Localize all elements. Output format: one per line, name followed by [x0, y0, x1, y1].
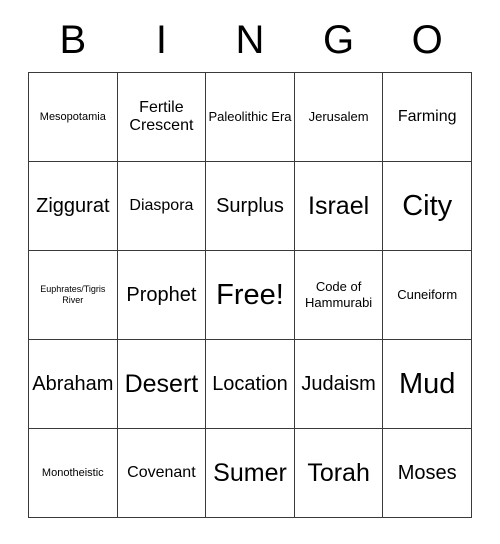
bingo-cell[interactable]: Surplus: [205, 161, 295, 251]
bingo-cell-label: Sumer: [213, 459, 287, 487]
bingo-cell-label: Torah: [307, 459, 370, 487]
bingo-cell[interactable]: City: [382, 161, 472, 251]
bingo-cell-free-space[interactable]: Free!: [205, 250, 295, 340]
bingo-cell[interactable]: Moses: [382, 428, 472, 518]
bingo-cell-label: Code of Hammurabi: [305, 279, 373, 310]
bingo-cell[interactable]: Code of Hammurabi: [293, 250, 384, 340]
bingo-header-letter-o: O: [411, 18, 443, 62]
bingo-card: B I N G O Mesopotamia Fertile Crescent Pal…: [0, 0, 500, 544]
bingo-cell-label: Ziggurat: [36, 194, 110, 217]
bingo-cell[interactable]: Ziggurat: [28, 161, 118, 251]
bingo-cell-label: Cuneiform: [397, 287, 458, 303]
bingo-cell[interactable]: Desert: [116, 339, 207, 429]
bingo-cell[interactable]: Cuneiform: [382, 250, 472, 340]
bingo-cell-label: Euphrates/Tigris River: [40, 283, 106, 305]
bingo-cell[interactable]: Abraham: [28, 339, 118, 429]
bingo-cell[interactable]: Euphrates/Tigris River: [28, 250, 118, 340]
bingo-cell[interactable]: Judaism: [293, 339, 384, 429]
bingo-cell-label: Moses: [397, 461, 457, 484]
bingo-cell[interactable]: Israel: [293, 161, 384, 251]
bingo-header-letter-b: B: [59, 18, 87, 62]
bingo-cell-label: Mud: [398, 367, 456, 400]
bingo-cell-label: City: [402, 189, 453, 222]
bingo-header-row: B I N G O: [29, 0, 472, 64]
bingo-cell-label: Covenant: [127, 464, 196, 482]
bingo-cell-label: Surplus: [216, 194, 284, 217]
bingo-cell[interactable]: Prophet: [116, 250, 207, 340]
bingo-grid: Mesopotamia Fertile Crescent Paleolithic E…: [28, 72, 472, 518]
bingo-cell-label: Mesopotamia: [39, 110, 106, 123]
bingo-cell[interactable]: Location: [205, 339, 295, 429]
bingo-header-letter-g: G: [323, 18, 355, 62]
bingo-row: Abraham Desert Location Judaism Mud: [28, 339, 472, 429]
bingo-cell-label: Farming: [397, 108, 457, 126]
bingo-cell-label: Prophet: [126, 283, 197, 306]
bingo-cell-label: Abraham: [32, 372, 114, 395]
bingo-cell[interactable]: Jerusalem: [293, 72, 384, 162]
bingo-cell[interactable]: Fertile Crescent: [116, 72, 207, 162]
bingo-cell-label: Diaspora: [129, 197, 194, 215]
bingo-cell[interactable]: Farming: [382, 72, 472, 162]
bingo-cell-label: Fertile Crescent: [129, 99, 194, 134]
bingo-row: Monotheistic Covenant Sumer Torah Moses: [28, 428, 472, 518]
bingo-cell[interactable]: Sumer: [205, 428, 295, 518]
bingo-cell-label: Israel: [308, 192, 370, 220]
bingo-cell[interactable]: Covenant: [116, 428, 207, 518]
bingo-cell[interactable]: Mesopotamia: [28, 72, 118, 162]
bingo-cell-label: Free!: [216, 278, 284, 311]
bingo-cell[interactable]: Mud: [382, 339, 472, 429]
bingo-cell-label: Judaism: [301, 372, 376, 395]
bingo-cell-label: Desert: [124, 370, 199, 398]
bingo-cell[interactable]: Torah: [293, 428, 384, 518]
bingo-cell[interactable]: Monotheistic: [28, 428, 118, 518]
bingo-header-letter-i: I: [155, 18, 167, 62]
bingo-cell-label: Jerusalem: [308, 109, 369, 125]
bingo-row: Mesopotamia Fertile Crescent Paleolithic E…: [28, 72, 472, 162]
bingo-header-letter-n: N: [235, 18, 265, 62]
bingo-cell-label: Paleolithic Era: [208, 109, 292, 125]
bingo-cell-label: Location: [212, 372, 288, 395]
bingo-row: Ziggurat Diaspora Surplus Israel City: [28, 161, 472, 251]
bingo-cell[interactable]: Paleolithic Era: [205, 72, 295, 162]
bingo-row: Euphrates/Tigris River Prophet Free! Code o…: [28, 250, 472, 340]
bingo-cell-label: Monotheistic: [41, 466, 104, 479]
bingo-cell[interactable]: Diaspora: [116, 161, 207, 251]
